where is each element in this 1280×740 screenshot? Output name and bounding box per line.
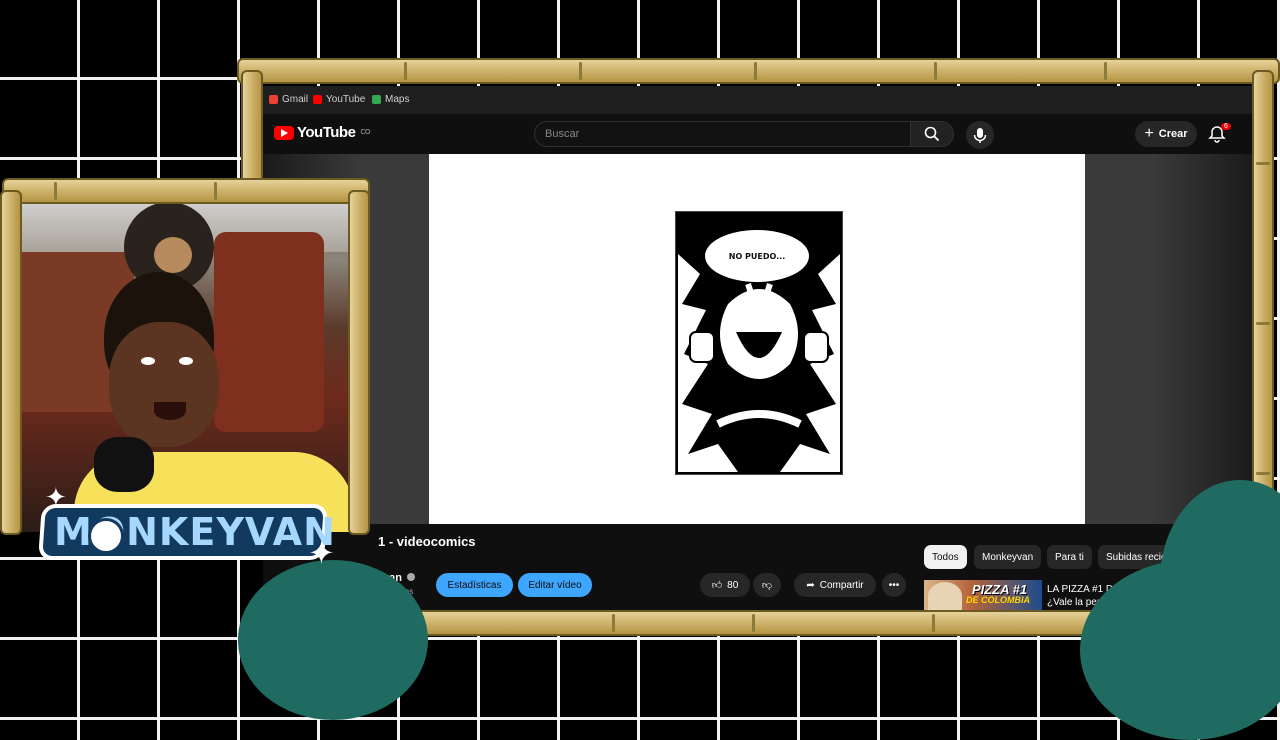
- like-button[interactable]: 👍︎ 80: [700, 573, 750, 597]
- bookmark-label: Gmail: [282, 94, 309, 105]
- share-icon: ➦: [806, 579, 815, 591]
- skull-icon: [88, 518, 124, 554]
- play-logo-icon: [274, 125, 294, 140]
- chip-label: Monkeyvan: [982, 551, 1034, 563]
- youtube-icon: [313, 95, 322, 104]
- masthead: YouTube CO Buscar + Crear 6: [263, 114, 1253, 154]
- more-actions-button[interactable]: •••: [882, 573, 906, 597]
- create-label: Crear: [1158, 128, 1188, 140]
- chip-todos[interactable]: Todos: [924, 545, 967, 569]
- sparkle-icon: ✦: [45, 482, 67, 512]
- video-title: 1 - videocomics: [378, 534, 476, 549]
- gmail-icon: [269, 95, 278, 104]
- sparkle-icon-right: ✦: [308, 535, 335, 571]
- webcam-feed: [14, 192, 350, 532]
- bookmark-youtube[interactable]: YouTube: [313, 94, 365, 105]
- video-frame: NO PUEDO...: [429, 154, 1085, 524]
- search-input[interactable]: Buscar: [534, 121, 911, 147]
- bamboo-frame-right: [1252, 70, 1274, 550]
- youtube-logo[interactable]: YouTube CO: [274, 124, 370, 141]
- dislike-button[interactable]: 👎︎: [753, 573, 781, 597]
- mouth: [154, 402, 186, 420]
- notification-badge: 6: [1221, 123, 1231, 130]
- eye-left: [141, 357, 155, 365]
- like-count: 80: [727, 579, 739, 591]
- more-icon: •••: [888, 579, 900, 591]
- logo-country: CO: [360, 129, 370, 136]
- recommendation-thumbnail[interactable]: PIZZA #1 DE COLOMBIA: [924, 580, 1042, 610]
- video-player[interactable]: NO PUEDO...: [263, 154, 1253, 524]
- thumbs-down-icon: 👎︎: [761, 580, 773, 591]
- search-button[interactable]: [910, 121, 954, 147]
- share-button[interactable]: ➦ Compartir: [794, 573, 876, 597]
- chip-para-ti[interactable]: Para ti: [1047, 545, 1092, 569]
- search-placeholder: Buscar: [545, 128, 580, 140]
- thumbnail-person: [928, 582, 962, 610]
- verified-icon: [407, 573, 416, 581]
- bookmarks-bar: Gmail YouTube Maps: [263, 86, 1253, 114]
- plus-icon: +: [1144, 125, 1154, 142]
- speech-bubble-text: NO PUEDO...: [728, 251, 786, 261]
- chip-label: Todos: [932, 551, 959, 563]
- face: [109, 322, 219, 447]
- webcam-frame-right: [348, 190, 370, 535]
- chip-label: Subidas recie: [1106, 551, 1167, 563]
- search-icon: [924, 126, 940, 142]
- thumbs-up-icon: 👍︎: [711, 580, 723, 591]
- stats-label: Estadísticas: [447, 579, 502, 591]
- webcam-frame-left: [0, 190, 22, 535]
- youtube-window: Gmail YouTube Maps YouTube CO Buscar + C…: [263, 86, 1253, 610]
- microphone-icon: [973, 128, 987, 143]
- speech-bubble: NO PUEDO...: [705, 230, 809, 282]
- edit-video-button[interactable]: Editar vídeo: [518, 573, 592, 597]
- maps-icon: [372, 95, 381, 104]
- logo-text: YouTube: [297, 124, 356, 141]
- bookmark-label: YouTube: [326, 94, 366, 105]
- stats-button[interactable]: Estadísticas: [436, 573, 513, 597]
- chair: [214, 232, 324, 432]
- chip-monkeyvan[interactable]: Monkeyvan: [974, 545, 1042, 569]
- voice-search-button[interactable]: [966, 121, 994, 149]
- bookmark-gmail[interactable]: Gmail: [269, 94, 308, 105]
- comic-panel: NO PUEDO...: [676, 212, 842, 474]
- bamboo-frame-top: [237, 58, 1280, 84]
- edit-label: Editar vídeo: [528, 579, 582, 591]
- share-label: Compartir: [819, 579, 864, 591]
- monkeyvan-logo: MONKEYVAN ✦ ✦: [38, 482, 340, 571]
- thumbnail-subtext: DE COLOMBIA: [966, 595, 1030, 605]
- microphone: [94, 437, 154, 492]
- chip-label: Para ti: [1055, 551, 1084, 563]
- plush-face: [154, 237, 192, 273]
- eye-right: [179, 357, 193, 365]
- bookmark-label: Maps: [385, 94, 410, 105]
- webcam-frame-top: [2, 178, 370, 204]
- bookmark-maps[interactable]: Maps: [372, 94, 409, 105]
- teal-hill-left: [238, 560, 428, 720]
- create-button[interactable]: + Crear: [1135, 121, 1197, 147]
